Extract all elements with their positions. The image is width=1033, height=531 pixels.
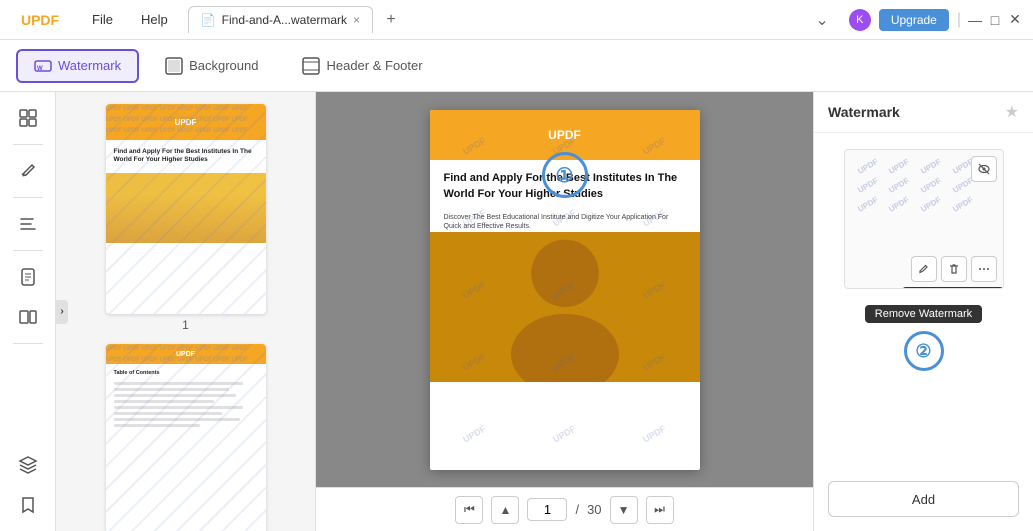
upgrade-button[interactable]: Upgrade — [879, 9, 949, 31]
new-tab-btn[interactable]: + — [379, 8, 403, 32]
sidebar-annotate-icon[interactable] — [10, 206, 46, 242]
tab-area: 📄 Find-and-A...watermark × + ⌄ — [188, 6, 837, 33]
sidebar-bookmark-icon[interactable] — [10, 487, 46, 523]
pdf-subtitle: Discover The Best Educational Institute … — [430, 213, 700, 233]
wm-preview-word: UPDF — [919, 195, 942, 214]
header-footer-icon — [302, 57, 320, 75]
watermark-icon: W — [34, 57, 52, 75]
wm-preview-word: UPDF — [887, 157, 910, 176]
header-footer-tab[interactable]: Header & Footer — [284, 49, 440, 83]
background-icon — [165, 57, 183, 75]
left-sidebar: › — [0, 92, 56, 531]
remove-watermark-tooltip: Remove Watermark — [901, 287, 1003, 289]
menu-bar: File Help — [80, 8, 180, 31]
maximize-btn[interactable]: □ — [989, 14, 1001, 26]
logo-pdf: PDF — [31, 12, 59, 28]
sidebar-layers-icon[interactable] — [10, 447, 46, 483]
thumb-card-1[interactable]: UPDF Find and Apply For the Best Institu… — [106, 104, 266, 314]
close-btn[interactable]: ✕ — [1009, 14, 1021, 26]
thumb-watermark-text-1: UPDF UPDF UPDF UPDF UPDF UPDF UPDF UPDF … — [106, 104, 266, 314]
sidebar-thumbnail-icon[interactable] — [10, 100, 46, 136]
right-panel: Watermark ★ UPDF UPDF UPDF UPDF UPDF UPD… — [813, 92, 1033, 531]
prev-page-btn[interactable]: ▲ — [491, 496, 519, 524]
menu-file[interactable]: File — [80, 8, 125, 31]
thumbnail-panel: UPDF Find and Apply For the Best Institu… — [56, 92, 316, 531]
step-badge-1: ① — [542, 152, 588, 198]
header-footer-label: Header & Footer — [326, 58, 422, 73]
thumbnail-1[interactable]: UPDF Find and Apply For the Best Institu… — [64, 104, 307, 332]
pdf-people-image — [430, 232, 700, 382]
page-separator: / — [575, 502, 579, 517]
wm-word: UPDF — [551, 423, 577, 444]
logo-u: U — [21, 12, 31, 28]
wm-preview-word: UPDF — [887, 195, 910, 214]
delete-watermark-btn[interactable]: Remove Watermark — [941, 256, 967, 282]
first-page-btn[interactable]: ⏮ — [455, 496, 483, 524]
sidebar-page-icon[interactable] — [10, 259, 46, 295]
hide-watermark-btn[interactable] — [971, 156, 997, 182]
minimize-btn[interactable]: — — [969, 14, 981, 26]
menu-help[interactable]: Help — [129, 8, 180, 31]
background-label: Background — [189, 58, 258, 73]
wm-preview-word: UPDF — [856, 195, 879, 214]
titlebar-right: K Upgrade | — □ ✕ — [837, 9, 1033, 31]
total-pages: 30 — [587, 502, 601, 517]
watermark-preview-area: UPDF UPDF UPDF UPDF UPDF UPDF UPDF UPDF … — [844, 133, 1004, 323]
sidebar-edit-icon[interactable] — [10, 153, 46, 189]
last-page-btn[interactable]: ⏭ — [646, 496, 674, 524]
thumb-number-1: 1 — [182, 318, 189, 332]
thumbnail-2[interactable]: UPDF Table of Contents UPDF UPDF UPDF UP… — [64, 344, 307, 531]
wm-word: UPDF — [461, 423, 487, 444]
page-input[interactable] — [527, 498, 567, 521]
next-page-btn[interactable]: ▼ — [610, 496, 638, 524]
favorite-star-icon[interactable]: ★ — [1005, 102, 1019, 122]
right-panel-header: Watermark ★ — [814, 92, 1033, 133]
avatar: K — [849, 9, 871, 31]
wm-word: UPDF — [641, 423, 667, 444]
more-watermark-btn[interactable] — [971, 256, 997, 282]
wm-action-buttons: Remove Watermark — [911, 256, 997, 282]
right-panel-title: Watermark — [828, 104, 900, 120]
right-spacer — [814, 379, 1033, 469]
step-badge-2: ② — [904, 331, 944, 371]
wm-row-5: UPDF UPDF UPDF — [430, 429, 700, 439]
wm-preview-word: UPDF — [887, 176, 910, 195]
pdf-updf-logo: UPDF — [548, 128, 581, 142]
tab-label: Find-and-A...watermark — [222, 13, 347, 27]
wm-preview-word: UPDF — [951, 195, 974, 214]
wm-preview-word: UPDF — [856, 176, 879, 195]
app-logo: UPDF — [0, 12, 80, 28]
page-navigation: ⏮ ▲ / 30 ▼ ⏭ — [316, 487, 813, 531]
watermark-preview[interactable]: UPDF UPDF UPDF UPDF UPDF UPDF UPDF UPDF … — [844, 149, 1004, 289]
sidebar-merge-icon[interactable] — [10, 299, 46, 335]
tab-icon: 📄 — [201, 13, 216, 27]
tab-close-btn[interactable]: × — [353, 13, 360, 27]
sidebar-divider-4 — [13, 343, 43, 344]
watermark-label: Watermark — [58, 58, 121, 73]
sidebar-collapse-btn[interactable]: › — [56, 300, 68, 324]
thumb-card-2[interactable]: UPDF Table of Contents UPDF UPDF UPDF UP… — [106, 344, 266, 531]
sidebar-divider-3 — [13, 250, 43, 251]
toolbar: W Watermark Background Header & Footer — [0, 40, 1033, 92]
separator: | — [957, 11, 961, 29]
titlebar: UPDF File Help 📄 Find-and-A...watermark … — [0, 0, 1033, 40]
main-content: › UPDF Find and Apply For the Best Insti… — [0, 92, 1033, 531]
remove-watermark-tooltip-visible: Remove Watermark — [865, 305, 982, 323]
add-watermark-btn[interactable]: Add — [828, 481, 1019, 517]
sidebar-divider-1 — [13, 144, 43, 145]
background-tab[interactable]: Background — [147, 49, 276, 83]
sidebar-divider-2 — [13, 197, 43, 198]
watermark-tab[interactable]: W Watermark — [16, 49, 139, 83]
active-tab[interactable]: 📄 Find-and-A...watermark × — [188, 6, 373, 33]
wm-preview-word: UPDF — [919, 157, 942, 176]
wm-preview-word: UPDF — [856, 157, 879, 176]
edit-watermark-btn[interactable] — [911, 256, 937, 282]
tab-dropdown-btn[interactable]: ⌄ — [807, 10, 836, 30]
wm-preview-word: UPDF — [919, 176, 942, 195]
thumb-watermark-text-2: UPDF UPDF UPDF UPDF UPDF UPDF UPDF UPDF … — [106, 344, 266, 531]
center-panel: ① UPDF Find and Apply For the Best Insti… — [316, 92, 813, 531]
pdf-content-image — [430, 232, 700, 382]
svg-text:W: W — [37, 66, 43, 72]
